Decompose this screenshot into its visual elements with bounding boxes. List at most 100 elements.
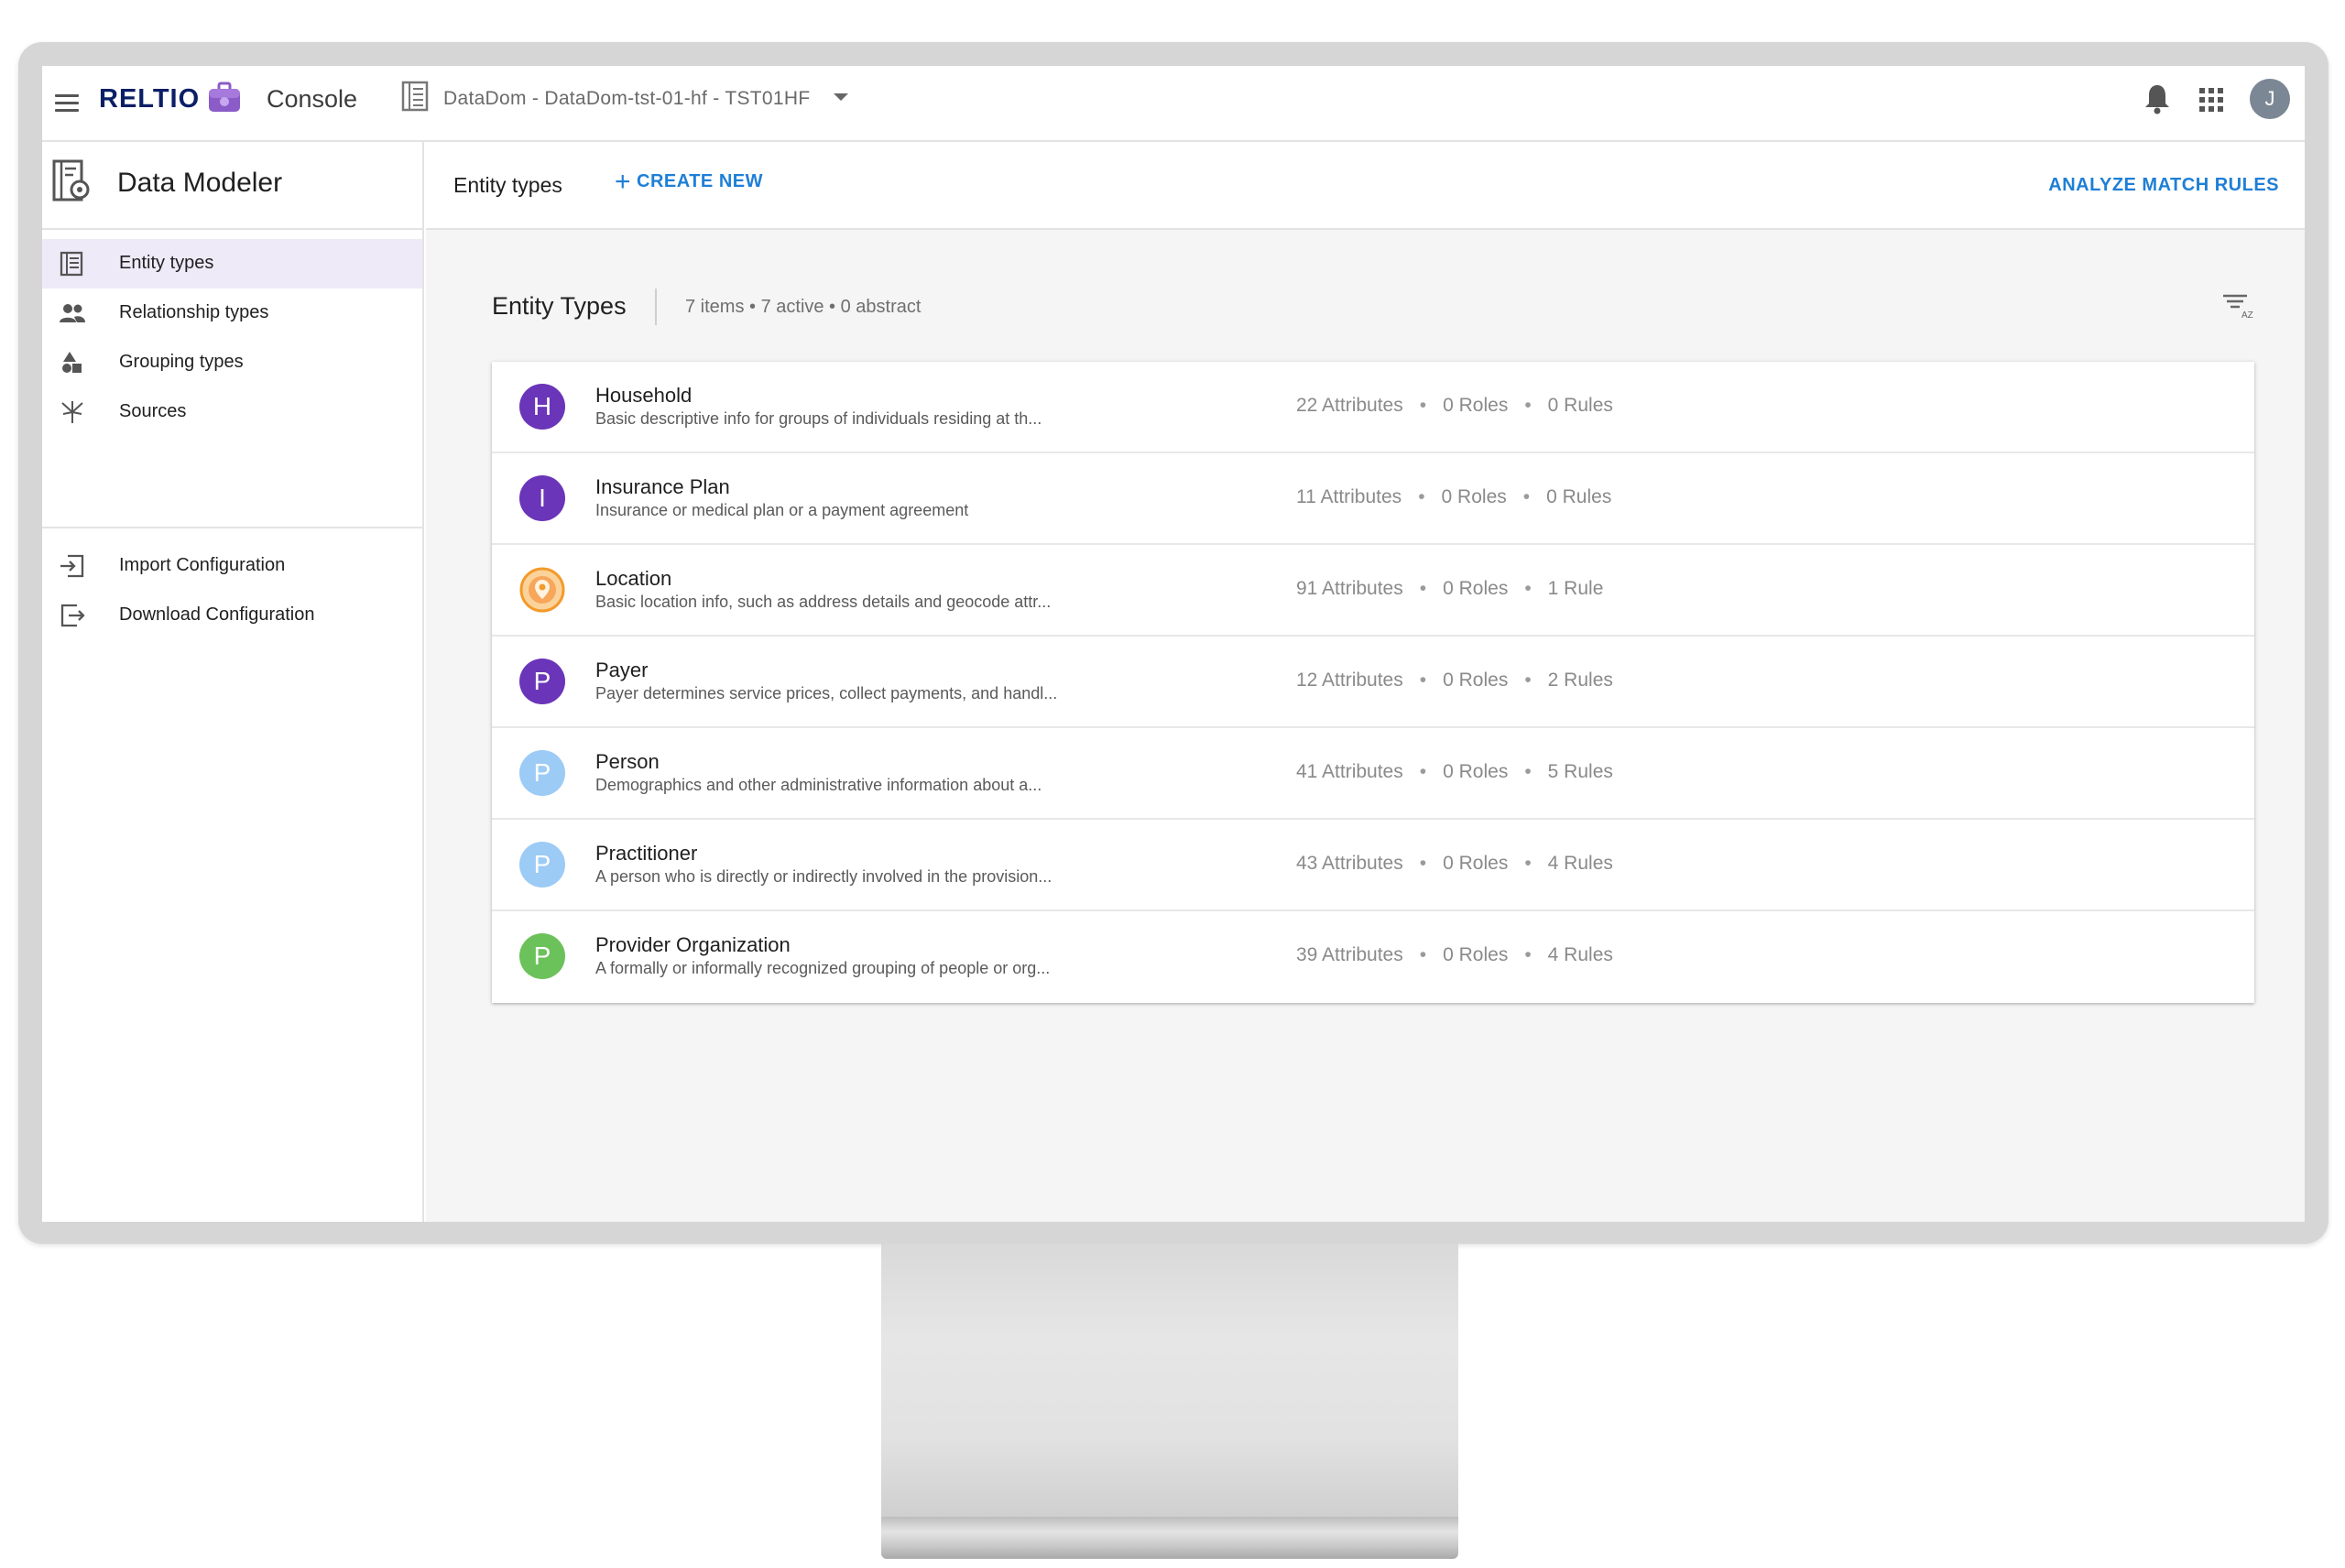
entity-avatar: P [519,933,565,979]
table-row[interactable]: P Person Demographics and other administra… [492,728,2254,820]
create-new-label: CREATE NEW [637,171,763,191]
divider [42,527,422,528]
analyze-match-rules-button[interactable]: ANALYZE MATCH RULES [2048,175,2279,196]
separator-dot: • [1524,853,1532,874]
sidebar-item-sources[interactable]: Sources [42,387,422,437]
entity-description: A person who is directly or indirectly i… [595,867,1053,886]
entity-attributes-count: 43 Attributes [1296,853,1403,874]
entity-roles-count: 0 Roles [1443,395,1509,416]
plus-icon: + [615,166,632,197]
download-configuration-label: Download Configuration [119,604,315,625]
sidebar-item-grouping-types[interactable]: Grouping types [42,338,422,387]
entity-rules-count: 1 Rule [1547,578,1604,599]
svg-text:AZ: AZ [2241,310,2253,320]
sort-az-icon[interactable]: AZ [2221,290,2254,320]
entity-avatar: P [519,842,565,887]
entity-rules-count: 4 Rules [1547,944,1613,965]
create-new-button[interactable]: + CREATE NEW [615,166,763,197]
brand-logo[interactable]: RELTIO [99,84,200,114]
import-configuration-button[interactable]: Import Configuration [42,541,422,591]
entity-rules-count: 0 Rules [1547,395,1613,416]
entity-avatar: H [519,384,565,430]
top-bar: RELTIO Console DataDom - DataDom-tst-01-… [42,66,2305,142]
separator-dot: • [1522,486,1531,507]
entity-roles-count: 0 Roles [1443,578,1509,599]
entity-rules-count: 0 Rules [1546,486,1612,507]
entity-name: Practitioner [595,842,698,865]
entity-attributes-count: 39 Attributes [1296,944,1403,965]
separator-dot: • [1524,395,1532,416]
entity-name: Insurance Plan [595,475,730,498]
table-row[interactable]: P Provider Organization A formally or info… [492,911,2254,1003]
entity-attributes-count: 22 Attributes [1296,395,1403,416]
entity-name: Person [595,750,660,773]
entity-roles-count: 0 Roles [1443,670,1509,691]
entity-name: Household [595,384,693,407]
app-name: Console [267,85,358,113]
entity-attributes-count: 12 Attributes [1296,670,1403,691]
chevron-down-icon[interactable] [834,93,848,101]
entity-rules-count: 5 Rules [1547,761,1613,782]
page-title: Data Modeler [117,168,283,198]
sources-icon [61,401,83,423]
table-row[interactable]: P Payer Payer determines service prices, c… [492,637,2254,728]
entity-stats: 39 Attributes • 0 Roles • 4 Rules [1296,944,1613,966]
divider [655,289,657,325]
entity-attributes-count: 11 Attributes [1296,486,1402,507]
entity-attributes-count: 91 Attributes [1296,578,1403,599]
entity-attributes-count: 41 Attributes [1296,761,1403,782]
separator-dot: • [1419,670,1427,691]
entity-description: Insurance or medical plan or a payment a… [595,501,969,519]
bell-icon[interactable] [2143,82,2172,115]
entity-description: Basic descriptive info for groups of ind… [595,409,1042,428]
entity-roles-count: 0 Roles [1443,944,1509,965]
tab-entity-types[interactable]: Entity types [453,173,562,198]
entity-rules-count: 4 Rules [1547,853,1613,874]
shapes-icon [62,352,82,373]
separator-dot: • [1418,486,1425,507]
entity-stats: 43 Attributes • 0 Roles • 4 Rules [1296,853,1613,875]
separator-dot: • [1524,670,1532,691]
entity-rules-count: 2 Rules [1547,670,1613,691]
app-screen: RELTIO Console DataDom - DataDom-tst-01-… [42,66,2305,1222]
separator-dot: • [1419,578,1427,599]
table-row[interactable]: H Household Basic descriptive info for gro… [492,362,2254,453]
data-modeler-icon [52,159,90,201]
list-title: Entity Types [492,292,627,320]
table-row[interactable]: Location Basic location info, such as add… [492,545,2254,637]
entity-roles-count: 0 Roles [1443,761,1509,782]
tenant-selector[interactable]: DataDom - DataDom-tst-01-hf - TST01HF [443,88,810,110]
tenant-building-icon [401,81,429,112]
apps-grid-icon[interactable] [2198,86,2223,112]
sidebar-item-relationship-types[interactable]: Relationship types [42,289,422,338]
entity-description: Demographics and other administrative in… [595,776,1042,794]
avatar[interactable]: J [2250,79,2290,119]
console-briefcase-icon [209,82,240,112]
import-icon [60,554,84,578]
entity-stats: 91 Attributes • 0 Roles • 1 Rule [1296,578,1603,600]
entity-description: Basic location info, such as address det… [595,593,1052,611]
hamburger-menu-icon[interactable] [53,90,81,117]
people-icon [60,304,85,322]
list-summary: 7 items • 7 active • 0 abstract [685,297,922,317]
sidebar-item-entity-types[interactable]: Entity types [42,239,422,289]
table-row[interactable]: P Practitioner A person who is directly or… [492,820,2254,911]
entity-name: Provider Organization [595,933,791,956]
entity-name: Location [595,567,672,590]
separator-dot: • [1419,761,1427,782]
table-row[interactable]: I Insurance Plan Insurance or medical plan… [492,453,2254,545]
sidebar-header: Data Modeler [42,142,422,230]
download-configuration-button[interactable]: Download Configuration [42,591,422,640]
main-content: Entity types + CREATE NEW ANALYZE MATCH … [426,142,2305,1222]
entity-avatar: P [519,750,565,796]
entity-types-icon [60,251,83,277]
separator-dot: • [1419,395,1427,416]
separator-dot: • [1419,853,1427,874]
entity-types-list: H Household Basic descriptive info for gro… [492,362,2254,1003]
entity-name: Payer [595,659,649,681]
entity-stats: 11 Attributes • 0 Roles • 0 Rules [1296,486,1611,508]
import-configuration-label: Import Configuration [119,555,286,575]
entity-roles-count: 0 Roles [1443,853,1509,874]
location-pin-icon [519,567,565,613]
sidebar-item-label: Entity types [119,253,214,273]
